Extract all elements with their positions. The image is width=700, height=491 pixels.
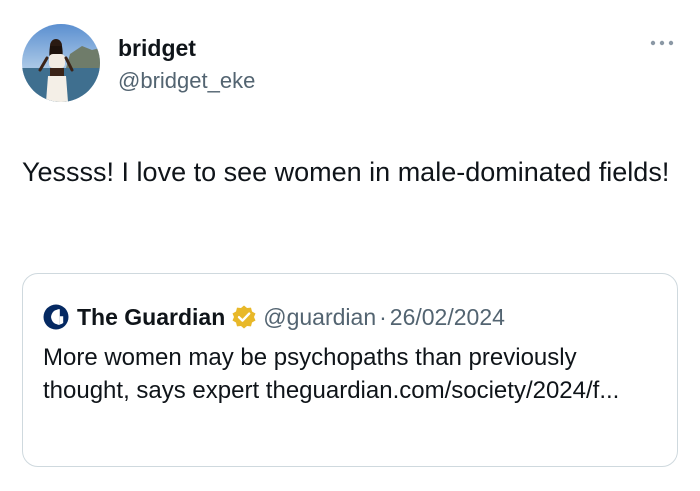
quoted-tweet-header: The Guardian @guardian · 26/02/2024 xyxy=(43,302,505,332)
quoted-date[interactable]: 26/02/2024 xyxy=(390,304,505,331)
more-horizontal-icon[interactable] xyxy=(648,36,676,50)
quoted-tweet-text: More women may be psychopaths than previ… xyxy=(43,344,620,404)
avatar[interactable] xyxy=(22,24,100,102)
avatar-photo xyxy=(22,24,100,102)
quoted-display-name[interactable]: The Guardian xyxy=(77,304,225,331)
quoted-handle[interactable]: @guardian xyxy=(263,304,376,331)
guardian-logo-icon[interactable] xyxy=(43,304,69,330)
quoted-separator: · xyxy=(379,303,387,330)
verified-badge-icon xyxy=(231,304,257,330)
quoted-tweet-card[interactable]: The Guardian @guardian · 26/02/2024 More… xyxy=(22,273,678,467)
tweet: bridget @bridget_eke Yessss! I love to s… xyxy=(0,0,700,491)
author-display-name[interactable]: bridget xyxy=(118,34,196,62)
author-handle[interactable]: @bridget_eke xyxy=(118,67,255,95)
tweet-text: Yessss! I love to see women in male-domi… xyxy=(22,157,670,187)
